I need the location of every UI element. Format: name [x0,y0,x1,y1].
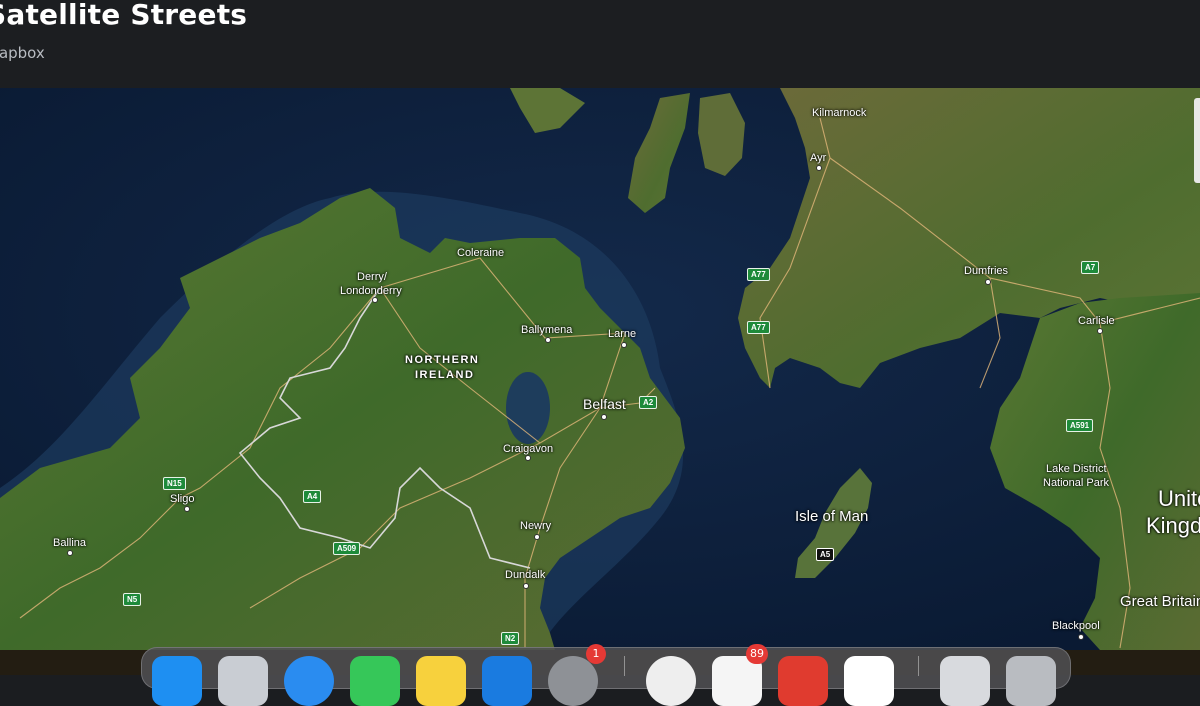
xcode-icon[interactable] [482,656,532,706]
place-ayr: Ayr [810,152,827,164]
dock: 1 89 [141,644,1071,706]
place-dot-ballina [67,550,73,556]
place-dot-dundalk [523,583,529,589]
road-shield-a7: A7 [1081,261,1100,274]
dock-separator-2 [918,656,919,676]
messages-icon[interactable] [350,656,400,706]
place-lake-district-line1: Lake District [1046,463,1107,475]
place-belfast: Belfast [583,396,626,412]
place-sligo: Sligo [170,493,195,505]
slack-icon[interactable] [844,656,894,706]
finder-icon[interactable] [152,656,202,706]
road-shield-n15: N15 [163,477,186,490]
place-kilmarnock: Kilmarnock [812,107,867,119]
road-shield-n5: N5 [123,593,142,606]
place-dot-newry [534,534,540,540]
place-ballymena: Ballymena [521,324,573,336]
place-coleraine: Coleraine [457,247,505,259]
place-newry: Newry [520,520,552,532]
place-carlisle: Carlisle [1078,315,1115,327]
place-lake-district-line2: National Park [1043,477,1110,489]
trash-icon[interactable] [1006,656,1056,706]
place-dot-blackpool [1078,634,1084,640]
settings-icon[interactable] [548,656,598,706]
road-shield-a77-south: A77 [747,321,770,334]
place-dumfries: Dumfries [964,265,1009,277]
region-label-northern: NORTHERN [405,354,480,366]
todoist-icon[interactable] [778,656,828,706]
map-style-provider: Mapbox [0,44,45,62]
place-derry: Derry/ [357,271,387,283]
road-shield-a4: A4 [303,490,322,503]
map-imagery [0,88,1200,650]
place-dot-derry [372,297,378,303]
place-ballina: Ballina [53,537,87,549]
preview-icon[interactable] [940,656,990,706]
satellite-map[interactable]: NORTHERN IRELAND Kilmarnock Ayr Colerain… [0,88,1200,650]
dock-separator [624,656,625,676]
settings-badge: 1 [586,644,606,664]
place-londonderry: Londonderry [340,285,402,297]
road-shield-a77-north: A77 [747,268,770,281]
notes-icon[interactable] [416,656,466,706]
place-craigavon: Craigavon [503,443,554,455]
place-dot-carlisle [1097,328,1103,334]
place-dot-ayr [816,165,822,171]
launchpad-icon[interactable] [218,656,268,706]
chrome-icon[interactable] [646,656,696,706]
country-label-great-britain: Great Britain [1120,593,1200,610]
safari-icon[interactable] [284,656,334,706]
road-shield-n2: N2 [501,632,520,645]
place-isle-of-man: Isle of Man [795,508,869,525]
place-dot-craigavon [525,455,531,461]
country-label-uk-line2: Kingdom [1146,513,1200,538]
map-control-panel-edge[interactable] [1194,98,1200,183]
place-larne: Larne [608,328,637,340]
place-dot-larne [621,342,627,348]
place-dot-sligo [184,506,190,512]
road-shield-a591: A591 [1066,419,1094,432]
place-dot-dumfries [985,279,991,285]
road-shield-a5: A5 [816,548,835,561]
road-shield-a509: A509 [333,542,361,555]
country-label-uk-line1: United [1158,486,1200,511]
calendar-badge: 89 [746,644,768,664]
place-dot-ballymena [545,337,551,343]
road-shield-a2: A2 [639,396,658,409]
map-style-title: Satellite Streets [0,0,248,31]
map-style-header: Satellite Streets Mapbox [0,0,1200,88]
region-label-ireland: IRELAND [415,369,475,381]
place-blackpool: Blackpool [1052,620,1100,632]
place-dundalk: Dundalk [505,569,546,581]
place-dot-belfast [601,414,607,420]
